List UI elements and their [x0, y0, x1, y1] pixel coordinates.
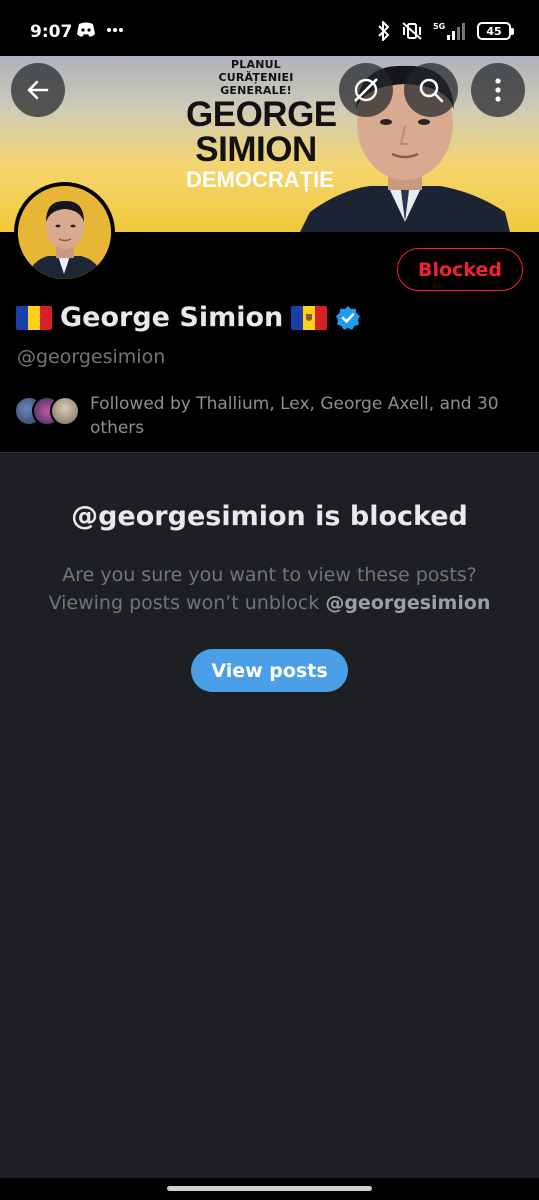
search-icon	[419, 78, 444, 103]
blocked-notice: @georgesimion is blocked Are you sure yo…	[0, 453, 539, 1178]
more-options-button[interactable]	[471, 63, 525, 117]
blocked-desc-line1: Are you sure you want to view these post…	[62, 564, 477, 586]
follower-avatars	[14, 396, 80, 426]
moldova-flag-icon	[291, 305, 328, 330]
display-name: George Simion	[60, 302, 284, 333]
battery-indicator: 45	[477, 22, 514, 40]
status-right-icons: 5G 45	[377, 21, 514, 41]
followed-by-row[interactable]: Followed by Thallium, Lex, George Axell,…	[14, 392, 514, 440]
followed-by-text: Followed by Thallium, Lex, George Axell,…	[90, 394, 499, 438]
more-dots-icon	[107, 28, 123, 32]
system-nav-bar	[0, 1178, 539, 1200]
verified-badge-icon	[336, 305, 361, 330]
back-button[interactable]	[11, 63, 65, 117]
home-indicator[interactable]	[167, 1186, 372, 1191]
discord-icon	[77, 22, 95, 37]
profile-handle: @georgesimion	[17, 346, 166, 368]
avatar-image	[18, 186, 111, 279]
status-left-icons	[76, 22, 124, 38]
status-time: 9:07	[30, 22, 73, 42]
name-row: George Simion	[16, 302, 361, 333]
blocked-button[interactable]: Blocked	[397, 248, 523, 291]
bluetooth-icon	[378, 21, 390, 41]
more-vertical-icon	[495, 78, 501, 102]
signal-5g-icon: 5G	[433, 22, 465, 40]
blocked-description: Are you sure you want to view these post…	[20, 561, 519, 617]
vibrate-off-icon	[402, 22, 422, 40]
blocked-desc-handle: @georgesimion	[325, 592, 491, 614]
view-posts-button[interactable]: View posts	[191, 649, 348, 692]
blocked-desc-line2: Viewing posts won’t unblock @georgesimio…	[20, 589, 519, 617]
grok-icon	[354, 78, 378, 102]
status-bar: 9:07 5G 45	[0, 0, 539, 56]
blocked-title: @georgesimion is blocked	[71, 501, 468, 532]
arrow-left-icon	[27, 80, 49, 100]
svg-text:5G: 5G	[433, 22, 445, 31]
profile-header: Blocked George Simion @georgesimion Foll…	[0, 182, 539, 453]
blocked-desc-prefix: Viewing posts won’t unblock	[48, 592, 326, 614]
search-button[interactable]	[404, 63, 458, 117]
avatar-portrait	[18, 186, 111, 279]
romania-flag-icon	[16, 305, 52, 330]
battery-level: 45	[486, 24, 502, 38]
grok-button[interactable]	[339, 63, 393, 117]
follower-avatar	[50, 396, 80, 426]
avatar[interactable]	[14, 182, 115, 283]
